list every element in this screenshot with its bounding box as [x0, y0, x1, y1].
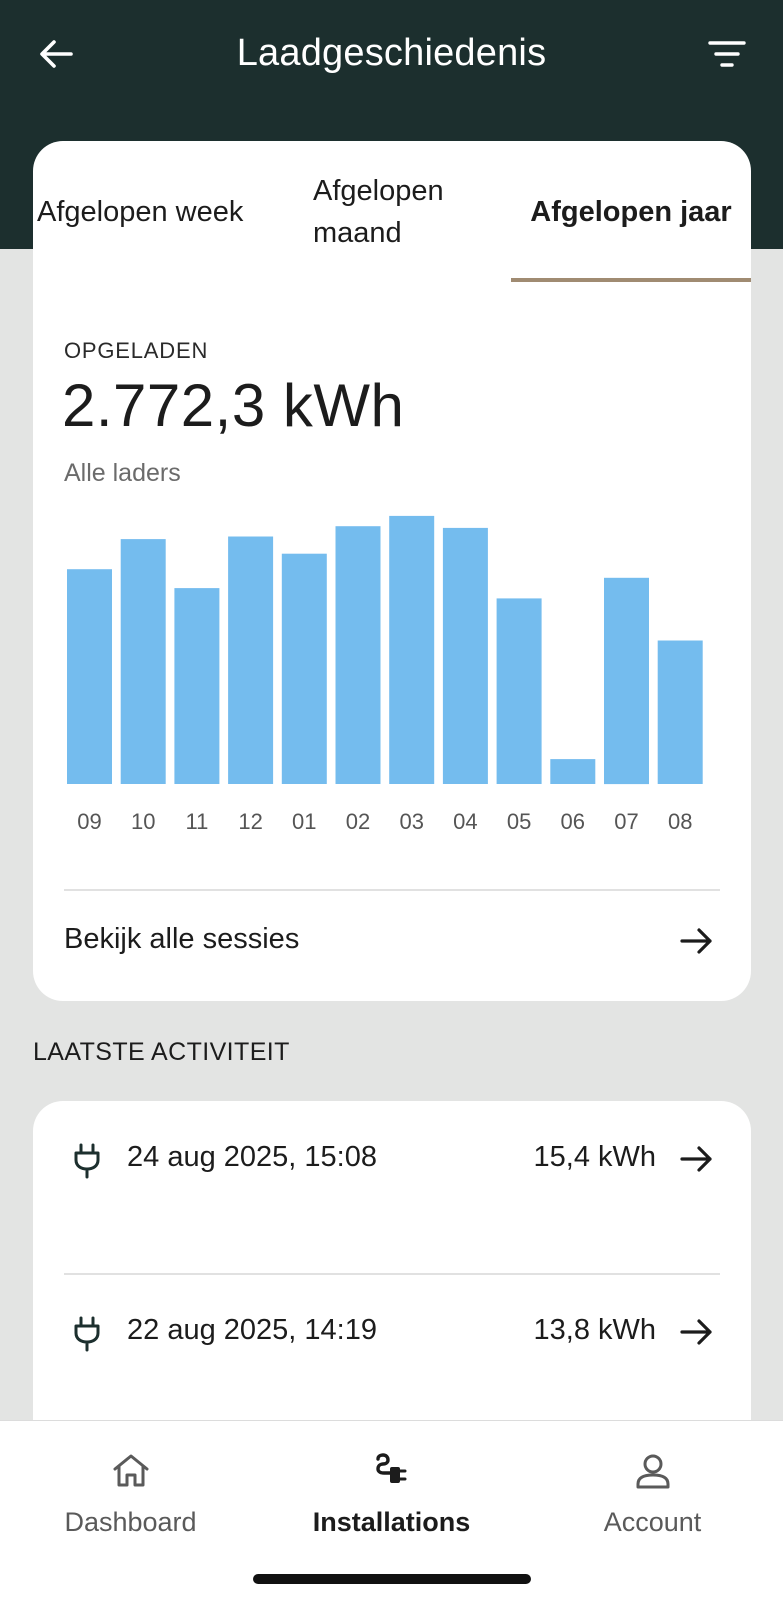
- x-tick-label: 06: [561, 809, 585, 834]
- x-tick-label: 11: [185, 809, 208, 834]
- filter-icon: [708, 41, 746, 67]
- nav-account[interactable]: Account: [522, 1421, 783, 1561]
- chart-bar-03: [389, 515, 435, 784]
- activity-date: 22 aug 2025, 14:19: [127, 1314, 377, 1346]
- chart-bar-10: [120, 539, 166, 784]
- chart-bar-02: [335, 526, 381, 784]
- chart-bar-01: [281, 553, 327, 784]
- view-all-sessions-label: Bekijk alle sessies: [64, 923, 300, 955]
- x-tick-label: 07: [614, 809, 638, 834]
- chart-bar-04: [442, 527, 488, 784]
- arrow-right-icon: [680, 1146, 712, 1172]
- nav-dashboard-label: Dashboard: [64, 1507, 197, 1537]
- nav-account-label: Account: [603, 1507, 702, 1537]
- tab-month[interactable]: Afgelopen maand: [313, 141, 523, 283]
- tab-year-label: Afgelopen jaar: [530, 196, 732, 228]
- home-icon: [113, 1454, 149, 1487]
- chart-bar-09: [67, 569, 112, 784]
- view-all-sessions-link[interactable]: Bekijk alle sessies: [33, 893, 751, 1001]
- filter-button[interactable]: [705, 34, 749, 74]
- x-tick-label: 02: [346, 809, 370, 834]
- plug-icon: [74, 1143, 100, 1179]
- chart-bar-12: [228, 536, 274, 784]
- charged-value: 2.772,3 kWh: [62, 372, 405, 439]
- x-tick-label: 01: [292, 809, 316, 834]
- page-title: Laadgeschiedenis: [236, 32, 547, 74]
- tab-week[interactable]: Afgelopen week: [37, 141, 307, 283]
- period-tabs: Afgelopen week Afgelopen maand Afgelopen…: [33, 141, 751, 283]
- x-tick-label: 09: [77, 809, 101, 834]
- chart-bar-07: [604, 577, 649, 785]
- tab-month-label: Afgelopen maand: [313, 175, 444, 249]
- active-tab-indicator: [511, 278, 751, 282]
- divider: [64, 889, 720, 891]
- activity-item[interactable]: 22 aug 2025, 14:19 13,8 kWh: [33, 1274, 751, 1434]
- x-tick-label: 05: [507, 809, 531, 834]
- latest-activity-title: LAATSTE ACTIVITEIT: [33, 1038, 290, 1066]
- bottom-navigation: Dashboard Installations Account: [0, 1420, 783, 1600]
- chart-bar-05: [496, 598, 542, 784]
- activity-energy: 15,4 kWh: [533, 1141, 657, 1173]
- nav-installations[interactable]: Installations: [261, 1421, 522, 1561]
- activity-energy: 13,8 kWh: [533, 1314, 657, 1346]
- activity-date: 24 aug 2025, 15:08: [127, 1141, 377, 1173]
- x-tick-label: 08: [668, 809, 692, 834]
- plug-charger-icon: [376, 1453, 407, 1483]
- charging-summary-card: Afgelopen week Afgelopen maand Afgelopen…: [33, 141, 751, 1001]
- charged-label: OPGELADEN: [64, 338, 209, 363]
- x-tick-label: 04: [453, 809, 477, 834]
- x-tick-label: 10: [131, 809, 155, 834]
- x-tick-label: 03: [399, 809, 423, 834]
- arrow-right-icon: [680, 1319, 712, 1345]
- chart-bar-08: [657, 640, 703, 784]
- tab-week-label: Afgelopen week: [37, 196, 244, 228]
- plug-icon: [74, 1316, 100, 1352]
- tab-year[interactable]: Afgelopen jaar: [511, 141, 751, 283]
- home-indicator: [253, 1574, 531, 1584]
- bar-chart: 09 10 11 12 01 02 03 04 05 06 07 08: [67, 515, 703, 834]
- activity-item[interactable]: 24 aug 2025, 15:08 15,4 kWh: [33, 1101, 751, 1261]
- x-tick-label: 12: [238, 809, 262, 834]
- nav-dashboard[interactable]: Dashboard: [0, 1421, 261, 1561]
- user-icon: [636, 1454, 670, 1489]
- chart-bar-11: [174, 588, 220, 784]
- arrow-right-icon: [680, 928, 712, 954]
- nav-installations-label: Installations: [312, 1507, 471, 1537]
- charger-scope: Alle laders: [64, 459, 181, 487]
- chart-bar-06: [550, 759, 596, 784]
